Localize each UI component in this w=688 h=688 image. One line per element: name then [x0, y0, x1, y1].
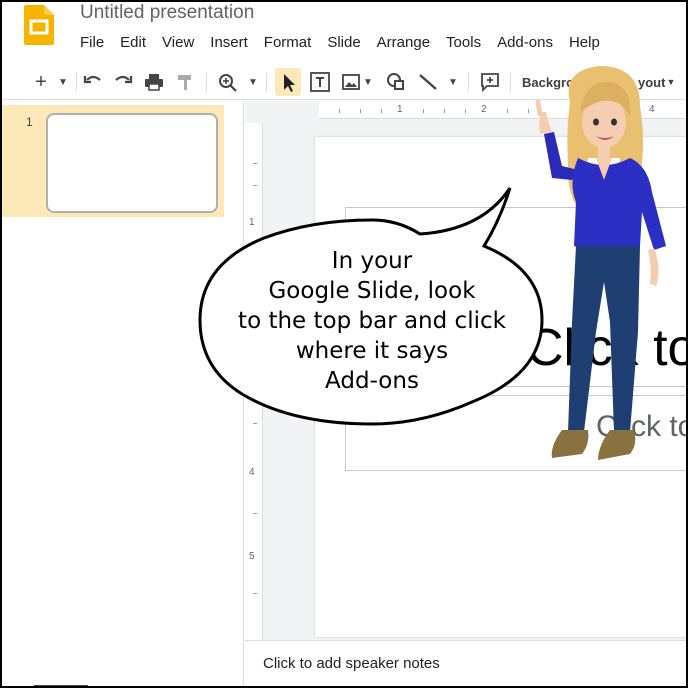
speech-bubble-line: to the top bar and click [238, 308, 506, 334]
speech-bubble-line: In your [331, 248, 413, 274]
zoom-icon[interactable] [216, 68, 240, 96]
speech-bubble-line: where it says [295, 338, 449, 364]
select-cursor-icon[interactable] [275, 68, 301, 96]
menu-tools[interactable]: Tools [438, 32, 489, 54]
ruler-tick [253, 185, 257, 186]
slide-number: 1 [26, 115, 33, 129]
ruler-tick [253, 423, 257, 424]
image-dropdown-icon[interactable]: ▼ [362, 68, 374, 96]
undo-icon[interactable] [82, 68, 104, 96]
line-dropdown-icon[interactable]: ▼ [446, 68, 460, 96]
print-icon[interactable] [142, 68, 166, 96]
toolbar-divider [206, 73, 207, 91]
ruler-tick [423, 109, 424, 113]
menu-insert[interactable]: Insert [202, 32, 256, 54]
ruler-mark: 1 [397, 104, 403, 115]
ruler-mark: 2 [481, 104, 487, 115]
ruler-mark: 1 [249, 217, 255, 228]
slide-filmstrip: 1 [2, 101, 244, 686]
ruler-tick [444, 109, 445, 113]
ruler-tick [381, 109, 382, 113]
menu-help[interactable]: Help [561, 32, 608, 54]
ruler-tick [465, 109, 466, 113]
ruler-tick [339, 109, 340, 113]
ruler-tick [507, 109, 508, 113]
image-icon[interactable] [340, 68, 362, 96]
speaker-notes-placeholder: Click to add speaker notes [263, 655, 440, 672]
new-slide-icon[interactable]: + [30, 68, 52, 96]
toolbar-divider [76, 73, 77, 91]
line-icon[interactable] [416, 68, 440, 96]
speech-bubble-line: Google Slide, look [268, 278, 476, 304]
toolbar-divider [468, 73, 469, 91]
document-title[interactable]: Untitled presentation [80, 2, 254, 24]
filmstrip-slide-selected[interactable]: 1 [2, 105, 224, 217]
ruler-mark: 5 [249, 551, 255, 562]
ruler-tick [360, 109, 361, 113]
cartoon-teacher-illustration [535, 66, 666, 460]
zoom-dropdown-icon[interactable]: ▼ [246, 68, 260, 96]
menu-format[interactable]: Format [256, 32, 320, 54]
toolbar-divider [510, 73, 511, 91]
slide-thumbnail[interactable] [46, 113, 218, 213]
comment-icon[interactable] [478, 68, 502, 96]
speech-bubble-text: In your Google Slide, look to the top ba… [212, 246, 532, 396]
paint-format-icon[interactable] [174, 68, 196, 96]
menu-add-ons[interactable]: Add-ons [489, 32, 561, 54]
menu-edit[interactable]: Edit [112, 32, 154, 54]
speaker-notes[interactable]: Click to add speaker notes [245, 640, 686, 686]
menu-view[interactable]: View [154, 32, 202, 54]
ruler-mark: 4 [249, 467, 255, 478]
redo-icon[interactable] [112, 68, 134, 96]
menu-file[interactable]: File [72, 32, 112, 54]
menu-bar: File Edit View Insert Format Slide Arran… [72, 32, 608, 54]
menu-arrange[interactable]: Arrange [369, 32, 438, 54]
new-slide-dropdown-icon[interactable]: ▼ [56, 68, 70, 96]
ruler-tick [253, 163, 257, 164]
menu-slide[interactable]: Slide [319, 32, 368, 54]
slides-logo-icon[interactable] [24, 5, 54, 45]
speech-bubble-line: Add-ons [325, 368, 419, 394]
screen-frame: Untitled presentation File Edit View Ins… [0, 0, 688, 688]
ruler-tick [253, 513, 257, 514]
ruler-tick [253, 593, 257, 594]
shape-icon[interactable] [384, 68, 408, 96]
toolbar-divider [266, 73, 267, 91]
text-box-icon[interactable] [308, 68, 332, 96]
